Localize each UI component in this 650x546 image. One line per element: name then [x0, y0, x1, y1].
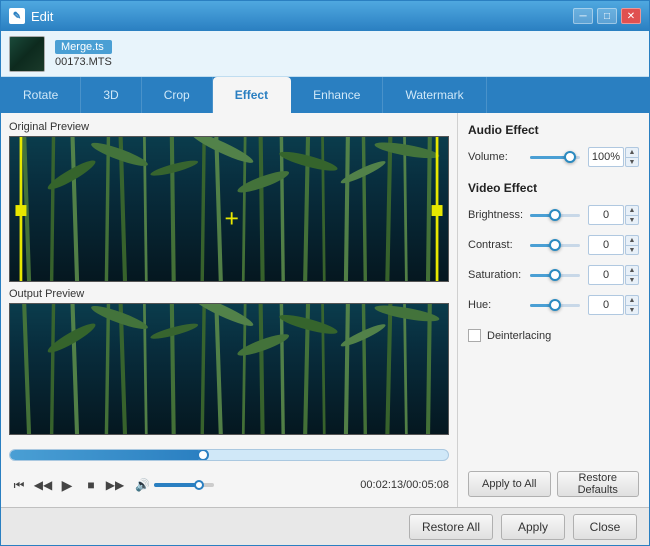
brightness-slider[interactable] [530, 207, 580, 223]
timeline-thumb[interactable] [197, 449, 209, 461]
step-back-button[interactable]: ◀◀ [33, 475, 53, 495]
merge-name: Merge.ts [55, 40, 112, 54]
hue-spin: ▲ ▼ [625, 295, 639, 315]
restore-defaults-button[interactable]: Restore Defaults [557, 471, 640, 497]
play-button[interactable]: ▶ [57, 475, 77, 495]
apply-button[interactable]: Apply [501, 514, 565, 540]
window-title: Edit [31, 9, 573, 24]
hue-slider[interactable] [530, 297, 580, 313]
brightness-row: Brightness: 0 ▲ ▼ [468, 205, 639, 225]
maximize-button[interactable]: □ [597, 8, 617, 24]
tabs-bar: Rotate 3D Crop Effect Enhance Watermark [1, 77, 649, 113]
file-thumbnail [9, 36, 45, 72]
output-preview-section: Output Preview [9, 288, 449, 435]
volume-label: Volume: [468, 151, 530, 163]
tab-3d[interactable]: 3D [81, 77, 141, 113]
right-panel: Audio Effect Volume: 100% ▲ [457, 113, 649, 507]
edit-window: ✎ Edit ─ □ ✕ Merge.ts 00173.MTS Rotate 3… [0, 0, 650, 546]
original-video-scene: + [10, 137, 448, 281]
minimize-button[interactable]: ─ [573, 8, 593, 24]
hue-row: Hue: 0 ▲ ▼ [468, 295, 639, 315]
contrast-value: 0 [588, 235, 624, 255]
time-display: 00:02:13/00:05:08 [360, 479, 449, 491]
deinterlacing-label: Deinterlacing [487, 330, 551, 342]
stop-button[interactable]: ■ [81, 475, 101, 495]
volume-effect-slider[interactable] [530, 149, 580, 165]
original-preview-video: + [9, 136, 449, 282]
timeline-bar[interactable] [9, 449, 449, 461]
file-bar: Merge.ts 00173.MTS [1, 31, 649, 77]
apply-to-all-button[interactable]: Apply to All [468, 471, 551, 497]
deinterlacing-checkbox[interactable] [468, 329, 481, 342]
hue-value: 0 [588, 295, 624, 315]
saturation-up-button[interactable]: ▲ [625, 265, 639, 275]
contrast-label: Contrast: [468, 239, 530, 251]
brightness-down-button[interactable]: ▼ [625, 215, 639, 225]
volume-up-button[interactable]: ▲ [625, 147, 639, 157]
close-button[interactable]: Close [573, 514, 637, 540]
saturation-label: Saturation: [468, 269, 530, 281]
app-icon: ✎ [9, 8, 25, 24]
brightness-spin: ▲ ▼ [625, 205, 639, 225]
volume-icon: 🔊 [135, 478, 150, 492]
tab-effect[interactable]: Effect [213, 77, 291, 113]
footer-bar: Restore All Apply Close [1, 507, 649, 545]
saturation-spin: ▲ ▼ [625, 265, 639, 285]
left-panel: Original Preview [1, 113, 457, 507]
tab-rotate[interactable]: Rotate [1, 77, 81, 113]
original-preview-section: Original Preview [9, 121, 449, 282]
hue-up-button[interactable]: ▲ [625, 295, 639, 305]
output-preview-video [9, 303, 449, 435]
contrast-up-button[interactable]: ▲ [625, 235, 639, 245]
apply-all-row: Apply to All Restore Defaults [468, 465, 639, 497]
volume-row: Volume: 100% ▲ ▼ [468, 147, 639, 167]
tab-crop[interactable]: Crop [142, 77, 213, 113]
title-bar: ✎ Edit ─ □ ✕ [1, 1, 649, 31]
step-forward-button[interactable]: ▶▶ [105, 475, 125, 495]
title-controls: ─ □ ✕ [573, 8, 641, 24]
restore-all-button[interactable]: Restore All [409, 514, 493, 540]
tab-enhance[interactable]: Enhance [291, 77, 383, 113]
file-names: Merge.ts 00173.MTS [55, 40, 112, 68]
skip-back-button[interactable]: ⏮ [9, 475, 29, 495]
controls-bar: ⏮ ◀◀ ▶ ■ ▶▶ 🔊 00:02:13/00:05:08 [9, 471, 449, 499]
brightness-label: Brightness: [468, 209, 530, 221]
brightness-value: 0 [588, 205, 624, 225]
saturation-slider[interactable] [530, 267, 580, 283]
brightness-up-button[interactable]: ▲ [625, 205, 639, 215]
original-preview-label: Original Preview [9, 121, 449, 133]
saturation-row: Saturation: 0 ▲ ▼ [468, 265, 639, 285]
contrast-spin: ▲ ▼ [625, 235, 639, 255]
contrast-slider[interactable] [530, 237, 580, 253]
volume-control: 🔊 [135, 477, 214, 493]
contrast-row: Contrast: 0 ▲ ▼ [468, 235, 639, 255]
volume-spin: ▲ ▼ [625, 147, 639, 167]
output-video-scene [10, 304, 448, 434]
volume-slider[interactable] [154, 477, 214, 493]
saturation-down-button[interactable]: ▼ [625, 275, 639, 285]
saturation-value: 0 [588, 265, 624, 285]
timeline-progress [10, 450, 203, 460]
file-name: 00173.MTS [55, 56, 112, 68]
main-content: Original Preview [1, 113, 649, 507]
video-effect-title: Video Effect [468, 181, 639, 195]
deinterlacing-row: Deinterlacing [468, 329, 639, 342]
contrast-down-button[interactable]: ▼ [625, 245, 639, 255]
output-preview-label: Output Preview [9, 288, 449, 300]
volume-down-button[interactable]: ▼ [625, 157, 639, 167]
volume-value: 100% [588, 147, 624, 167]
hue-label: Hue: [468, 299, 530, 311]
tab-watermark[interactable]: Watermark [383, 77, 486, 113]
svg-text:+: + [225, 206, 239, 233]
hue-down-button[interactable]: ▼ [625, 305, 639, 315]
audio-effect-title: Audio Effect [468, 123, 639, 137]
close-window-button[interactable]: ✕ [621, 8, 641, 24]
